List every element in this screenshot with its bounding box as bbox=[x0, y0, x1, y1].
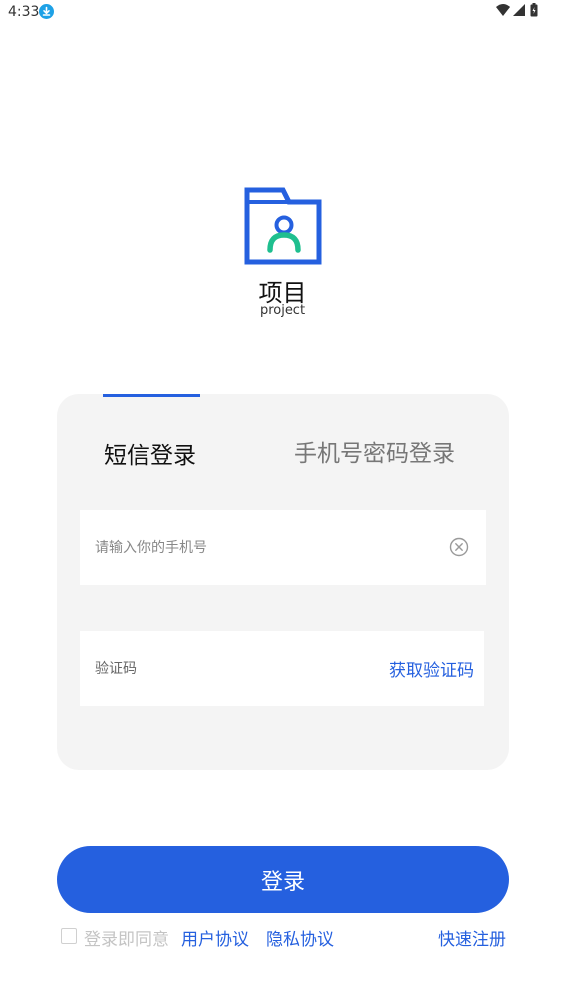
login-button[interactable]: 登录 bbox=[57, 846, 509, 913]
tab-password-login[interactable]: 手机号密码登录 bbox=[294, 434, 455, 468]
phone-field bbox=[80, 510, 486, 585]
download-icon bbox=[39, 4, 54, 19]
status-time: 4:33 bbox=[8, 4, 40, 20]
phone-input[interactable] bbox=[95, 510, 435, 585]
tab-sms-login[interactable]: 短信登录 bbox=[104, 436, 196, 470]
app-subtitle: project bbox=[259, 303, 306, 318]
clear-icon[interactable] bbox=[449, 537, 469, 557]
code-field: 获取验证码 bbox=[80, 631, 484, 706]
agree-checkbox[interactable] bbox=[61, 928, 77, 944]
battery-icon bbox=[530, 3, 538, 17]
user-agreement-link[interactable]: 用户协议 bbox=[181, 925, 249, 950]
folder-user-icon bbox=[244, 187, 322, 265]
tab-indicator bbox=[103, 394, 200, 397]
privacy-agreement-link[interactable]: 隐私协议 bbox=[266, 925, 334, 950]
agree-text: 登录即同意 bbox=[84, 930, 169, 950]
status-bar bbox=[0, 0, 565, 24]
signal-icon bbox=[513, 4, 525, 16]
code-input[interactable] bbox=[95, 631, 345, 706]
quick-register-link[interactable]: 快速注册 bbox=[438, 925, 506, 950]
get-code-button[interactable]: 获取验证码 bbox=[389, 656, 474, 681]
wifi-icon bbox=[496, 4, 510, 16]
